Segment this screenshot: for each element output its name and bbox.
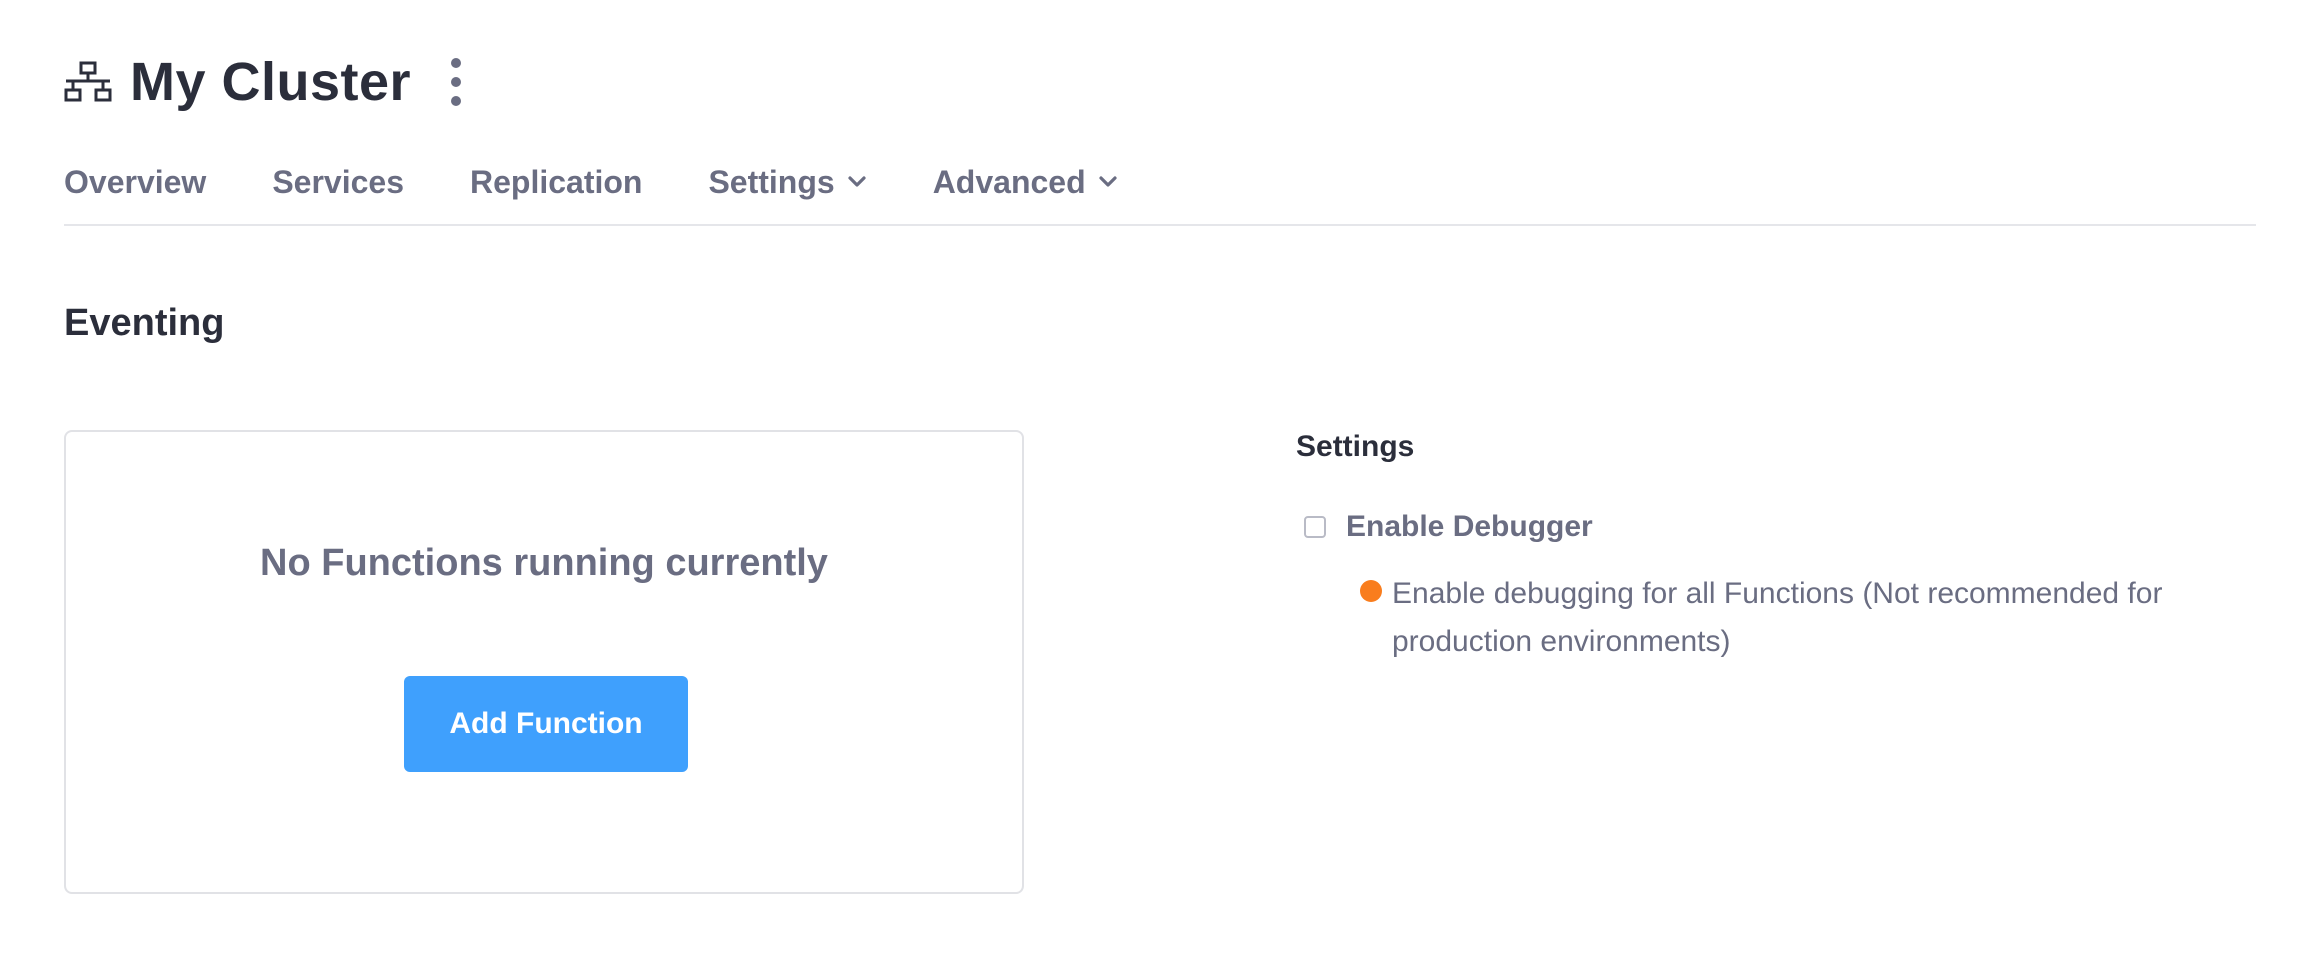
- functions-empty-panel: No Functions running currently Add Funct…: [64, 430, 1024, 894]
- tab-label: Replication: [469, 163, 643, 200]
- cluster-network-icon: [64, 58, 112, 106]
- page-header: My Cluster: [64, 48, 463, 116]
- debugger-warning: Enable debugging for all Functions (Not …: [1360, 570, 2240, 666]
- tab-advanced[interactable]: Advanced: [933, 164, 1118, 201]
- nav-divider: [64, 224, 2256, 226]
- kebab-dot: [451, 58, 462, 68]
- add-function-button[interactable]: Add Function: [404, 676, 688, 772]
- tab-services[interactable]: Services: [272, 164, 404, 201]
- tab-label: Advanced: [932, 163, 1086, 200]
- enable-debugger-label: Enable Debugger: [1346, 510, 1593, 543]
- tab-settings[interactable]: Settings: [708, 164, 866, 201]
- enable-debugger-option[interactable]: Enable Debugger: [1304, 510, 1593, 544]
- settings-heading: Settings: [1296, 430, 1415, 463]
- tab-replication[interactable]: Replication: [470, 164, 642, 201]
- warning-dot-icon: [1360, 580, 1382, 602]
- kebab-dot: [451, 96, 462, 106]
- chevron-down-icon: [847, 175, 867, 189]
- more-vertical-icon[interactable]: [449, 58, 463, 106]
- empty-state-message: No Functions running currently: [260, 542, 828, 584]
- enable-debugger-checkbox[interactable]: [1304, 516, 1326, 538]
- chevron-down-icon: [1098, 175, 1118, 189]
- kebab-dot: [451, 77, 462, 87]
- tab-label: Overview: [64, 163, 207, 200]
- tab-overview[interactable]: Overview: [64, 164, 206, 201]
- debugger-warning-text: Enable debugging for all Functions (Not …: [1392, 577, 2163, 658]
- page-title: My Cluster: [130, 52, 412, 112]
- cluster-nav: Overview Services Replication Settings A…: [64, 160, 2256, 204]
- tab-label: Settings: [708, 163, 835, 200]
- tab-label: Services: [272, 163, 404, 200]
- section-title: Eventing: [64, 302, 225, 344]
